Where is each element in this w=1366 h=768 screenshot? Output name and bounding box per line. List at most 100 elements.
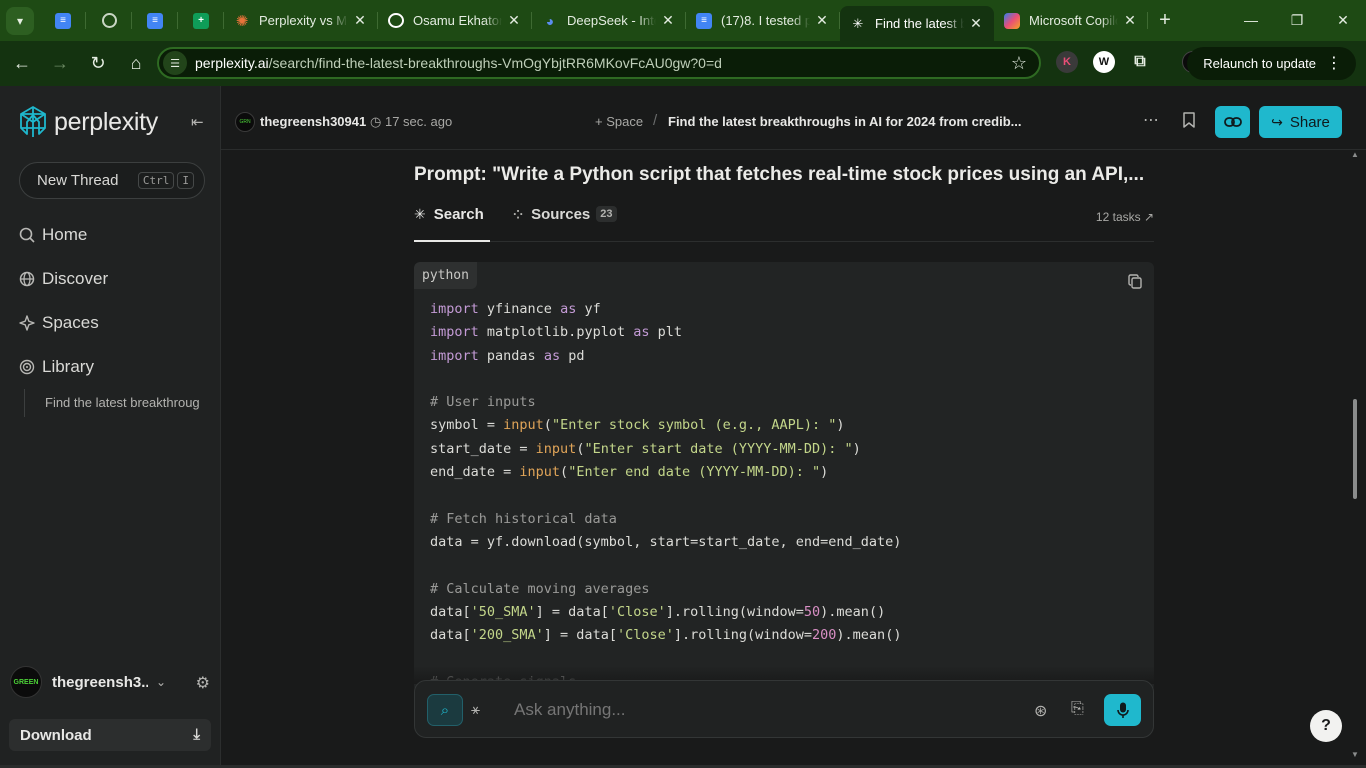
- tab-close-icon[interactable]: ✕: [506, 12, 522, 29]
- gear-icon[interactable]: ⚙: [196, 673, 210, 693]
- window-controls: — ❐ ✕: [1228, 0, 1366, 40]
- tab-close-icon[interactable]: ✕: [814, 12, 830, 29]
- tab-title: Perplexity vs Mi: [259, 13, 348, 28]
- help-button[interactable]: ?: [1310, 710, 1342, 742]
- perplexity-icon: ✳: [852, 15, 864, 31]
- new-tab-plus-icon[interactable]: +: [1148, 0, 1182, 41]
- more-horizontal-icon[interactable]: ⋯: [1143, 110, 1159, 130]
- browser-tab-strip: ▾ ≡ ≡ + ✺ Perplexity vs Mi ✕ Osamu Ekhat…: [0, 0, 1366, 41]
- browser-tab[interactable]: ◕ DeepSeek - Into ✕: [532, 0, 686, 41]
- reasoning-mode-icon[interactable]: ⚹: [471, 701, 480, 718]
- forward-arrow-icon[interactable]: →: [42, 46, 78, 82]
- username: thegreensh3...: [52, 673, 148, 691]
- extension-w-icon[interactable]: W: [1093, 51, 1115, 73]
- scrollbar[interactable]: ▲ ▼: [1349, 150, 1361, 762]
- share-arrow-icon: ↪: [1271, 113, 1283, 130]
- browser-tab[interactable]: Osamu Ekhator ✕: [378, 0, 532, 41]
- sidebar-item-home[interactable]: Home: [18, 225, 87, 245]
- copy-link-button[interactable]: [1215, 106, 1250, 138]
- site-info-icon[interactable]: ☰: [163, 51, 187, 75]
- bookmark-star-icon[interactable]: ☆: [1011, 53, 1027, 74]
- ask-input[interactable]: [514, 700, 994, 720]
- url-host: perplexity.ai: [195, 55, 269, 71]
- avatar: GRN: [235, 112, 255, 132]
- chevron-down-icon[interactable]: ⌄: [156, 675, 166, 689]
- download-icon: ⤓: [193, 726, 200, 743]
- tab-search[interactable]: ✳ Search: [414, 206, 490, 242]
- extension-k-icon[interactable]: K: [1056, 51, 1078, 73]
- home-icon[interactable]: ⌂: [118, 46, 154, 82]
- minimize-icon[interactable]: —: [1228, 0, 1274, 40]
- add-to-space-button[interactable]: + Space: [595, 114, 643, 129]
- pinned-tab-docs[interactable]: ≡: [40, 0, 86, 41]
- new-thread-button[interactable]: New Thread Ctrl I: [19, 162, 205, 199]
- close-window-icon[interactable]: ✕: [1320, 0, 1366, 40]
- tab-close-icon[interactable]: ✕: [968, 15, 984, 32]
- back-arrow-icon[interactable]: ←: [4, 46, 40, 82]
- reload-icon[interactable]: ↻: [80, 46, 116, 82]
- share-label: Share: [1289, 113, 1330, 131]
- tab-title: Microsoft Copilo: [1029, 13, 1118, 28]
- browser-tab-active[interactable]: ✳ Find the latest b ✕: [840, 6, 994, 41]
- sidebar-item-library[interactable]: Library: [18, 357, 94, 377]
- avatar: GREEN: [10, 666, 42, 698]
- address-bar[interactable]: ☰ perplexity.ai/search/find-the-latest-b…: [157, 47, 1041, 79]
- thread-header: GRN thegreensh30941 ◷ 17 sec. ago + Spac…: [221, 86, 1366, 150]
- paperclip-icon[interactable]: ⎘: [1071, 700, 1084, 718]
- pinned-tab-docs-2[interactable]: ≡: [132, 0, 178, 41]
- tab-close-icon[interactable]: ✕: [660, 12, 676, 29]
- thread-author[interactable]: thegreensh30941: [260, 114, 366, 129]
- search-mode-button[interactable]: ⌕: [427, 694, 463, 726]
- tab-close-icon[interactable]: ✕: [352, 12, 368, 29]
- relaunch-button[interactable]: Relaunch to update ⋮: [1187, 47, 1356, 80]
- url-path: /search/find-the-latest-breakthroughs-Vm…: [268, 55, 722, 71]
- browser-tab[interactable]: ≡ (17)8. I tested p ✕: [686, 0, 840, 41]
- tab-title: DeepSeek - Into: [567, 13, 656, 28]
- user-menu[interactable]: GREEN thegreensh3... ⌄ ⚙: [10, 664, 210, 700]
- tab-label: Search: [433, 206, 484, 223]
- pinned-tab-sheets[interactable]: +: [178, 0, 224, 41]
- answer-tabs: ✳ Search ⁘ Sources 23 12 tasks ↗: [414, 202, 1154, 242]
- scroll-down-arrow-icon[interactable]: ▼: [1351, 750, 1359, 759]
- collapse-sidebar-icon[interactable]: ⇤: [191, 113, 204, 131]
- sidebar-item-spaces[interactable]: Spaces: [18, 313, 99, 333]
- search-home-icon: [18, 226, 36, 244]
- sidebar-item-label: Discover: [42, 269, 109, 288]
- tab-close-icon[interactable]: ✕: [1122, 12, 1138, 29]
- thread-title: Find the latest breakthroughs in AI for …: [668, 114, 1022, 129]
- library-thread-item[interactable]: Find the latest breakthroug: [24, 389, 204, 417]
- microphone-icon: [1116, 702, 1129, 718]
- scroll-up-arrow-icon[interactable]: ▲: [1351, 150, 1359, 159]
- perplexity-search-icon: ✳: [414, 206, 426, 222]
- pinned-tab-globe[interactable]: [86, 0, 132, 41]
- bookmark-icon[interactable]: [1182, 112, 1196, 128]
- new-thread-label: New Thread: [37, 172, 119, 189]
- tab-sources[interactable]: ⁘ Sources 23: [513, 206, 617, 223]
- copy-icon[interactable]: [1128, 274, 1142, 289]
- breadcrumb-separator: /: [653, 112, 658, 129]
- sources-icon: ⁘: [513, 208, 524, 222]
- keyboard-shortcut: Ctrl I: [137, 172, 194, 189]
- more-vertical-icon[interactable]: ⋮: [1326, 53, 1342, 73]
- sidebar-item-discover[interactable]: Discover: [18, 269, 108, 289]
- timestamp-text: 17 sec. ago: [384, 114, 453, 129]
- code-language-tag: python: [414, 262, 477, 289]
- globe-icon: [18, 270, 36, 288]
- perplexity-logo[interactable]: perplexity: [18, 105, 158, 139]
- browser-tab[interactable]: ✺ Perplexity vs Mi ✕: [224, 0, 378, 41]
- tasks-link[interactable]: 12 tasks ↗: [1096, 210, 1154, 224]
- voice-mode-button[interactable]: [1104, 694, 1141, 726]
- scrollbar-thumb[interactable]: [1353, 399, 1357, 499]
- pinned-tabs: ≡ ≡ +: [40, 0, 224, 41]
- share-button[interactable]: ↪ Share: [1259, 106, 1342, 138]
- code-block: python import yfinance as yf import matp…: [414, 262, 1154, 692]
- model-chip-icon[interactable]: ⊛: [1034, 701, 1047, 721]
- browser-tab[interactable]: Microsoft Copilo ✕: [994, 0, 1148, 41]
- restore-icon[interactable]: ❐: [1274, 0, 1320, 40]
- sidebar-item-label: Spaces: [42, 313, 99, 332]
- extensions-puzzle-icon[interactable]: ⧉: [1129, 51, 1151, 73]
- search-icon: ⌕: [440, 701, 450, 719]
- code-content: import yfinance as yf import matplotlib.…: [430, 301, 902, 690]
- tab-search-chevron-icon[interactable]: ▾: [6, 6, 34, 35]
- download-button[interactable]: Download ⤓: [9, 719, 211, 751]
